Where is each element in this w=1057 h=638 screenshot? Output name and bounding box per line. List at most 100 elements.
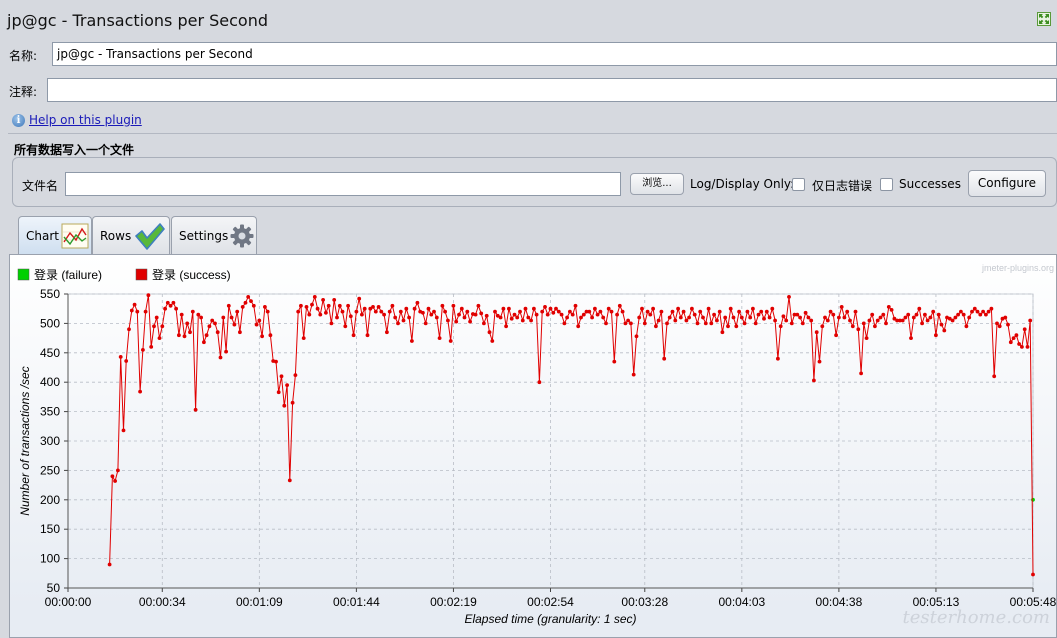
data-point	[864, 336, 869, 340]
data-point	[762, 316, 766, 321]
x-tick-label: 00:04:38	[816, 595, 863, 609]
data-point	[179, 312, 184, 317]
data-point	[623, 321, 628, 326]
data-point	[429, 312, 434, 317]
data-point	[942, 328, 947, 333]
data-point	[967, 315, 972, 320]
data-point	[978, 312, 983, 317]
data-point	[593, 306, 597, 311]
data-point	[523, 306, 528, 311]
data-point	[410, 339, 414, 343]
data-point	[695, 321, 700, 326]
data-point	[321, 298, 325, 302]
y-tick-label: 300	[40, 434, 60, 448]
tab-rows[interactable]: Rows	[92, 216, 170, 254]
data-point	[581, 312, 586, 317]
data-point	[562, 321, 567, 326]
data-point	[972, 306, 977, 311]
data-point	[845, 309, 850, 314]
data-point	[543, 305, 547, 309]
data-point	[257, 318, 262, 323]
data-point	[698, 309, 703, 314]
data-point	[981, 309, 985, 314]
data-point	[512, 312, 517, 317]
tab-settings[interactable]: Settings	[171, 216, 257, 254]
data-point	[407, 315, 411, 320]
configure-button[interactable]: Configure	[968, 170, 1046, 197]
name-input[interactable]: jp@gc - Transactions per Second	[52, 42, 1057, 66]
data-point	[598, 309, 603, 314]
data-point	[249, 299, 253, 303]
help-link[interactable]: Help on this plugin	[29, 113, 142, 127]
data-point	[678, 315, 683, 320]
x-axis-label: Elapsed time (granularity: 1 sec)	[464, 612, 636, 626]
data-point	[404, 306, 409, 311]
filename-input[interactable]	[65, 172, 621, 196]
data-point	[573, 303, 578, 308]
data-point	[936, 312, 941, 317]
data-point	[354, 309, 359, 314]
errors-only-checkbox[interactable]	[792, 178, 805, 191]
browse-button[interactable]: 浏览...	[630, 173, 684, 195]
data-point	[279, 374, 284, 379]
successes-checkbox[interactable]	[880, 178, 893, 191]
data-point	[781, 314, 786, 319]
data-point	[534, 312, 539, 317]
data-point	[124, 359, 129, 363]
data-point	[579, 315, 583, 320]
data-point	[739, 315, 744, 320]
data-point	[246, 295, 251, 299]
data-point	[371, 305, 375, 309]
data-point	[143, 309, 148, 314]
data-point	[415, 300, 420, 305]
chart-panel: 50 100 150 200 250 300 350 400 450 500 550 00:00:00…	[9, 254, 1057, 638]
data-point	[343, 324, 348, 329]
data-point	[959, 309, 963, 314]
data-point	[110, 474, 115, 479]
data-point	[157, 336, 162, 340]
tab-chart[interactable]: Chart	[18, 216, 92, 254]
log-display-label: Log/Display Only:	[690, 177, 795, 191]
data-point	[188, 330, 192, 335]
data-point	[287, 478, 292, 483]
data-point	[848, 318, 852, 323]
data-point	[351, 333, 356, 338]
comment-input[interactable]	[47, 78, 1057, 102]
y-tick-label: 450	[40, 346, 60, 360]
expand-icon[interactable]	[1037, 12, 1051, 26]
chart-icon	[61, 223, 89, 248]
data-point	[177, 333, 181, 338]
data-point	[881, 312, 886, 317]
data-point	[834, 333, 838, 338]
data-point	[490, 339, 495, 343]
data-point	[773, 318, 777, 323]
data-point	[210, 318, 215, 323]
data-point	[174, 306, 179, 311]
data-point	[903, 315, 908, 320]
file-section-title: 所有数据写入一个文件	[14, 143, 135, 157]
window-title: jp@gc - Transactions per Second	[7, 11, 268, 30]
data-point	[337, 303, 342, 308]
x-tick-label: 00:02:19	[430, 595, 477, 609]
data-point	[482, 321, 486, 326]
data-point	[568, 309, 572, 314]
data-point	[290, 400, 295, 405]
series-line	[109, 295, 1034, 575]
data-point	[326, 303, 331, 308]
data-point	[692, 312, 697, 317]
data-point	[1031, 572, 1035, 577]
data-point	[459, 306, 464, 311]
data-point	[626, 318, 630, 323]
data-point	[421, 310, 425, 315]
data-point	[168, 303, 173, 308]
data-point	[532, 306, 536, 311]
data-point	[784, 318, 789, 323]
data-point	[515, 315, 520, 320]
data-point	[875, 318, 880, 323]
data-point	[906, 312, 911, 317]
site-watermark: testerhome.com	[903, 607, 1050, 628]
data-point	[387, 309, 392, 314]
data-point	[961, 312, 966, 317]
data-point	[299, 303, 303, 308]
data-point	[526, 315, 531, 320]
